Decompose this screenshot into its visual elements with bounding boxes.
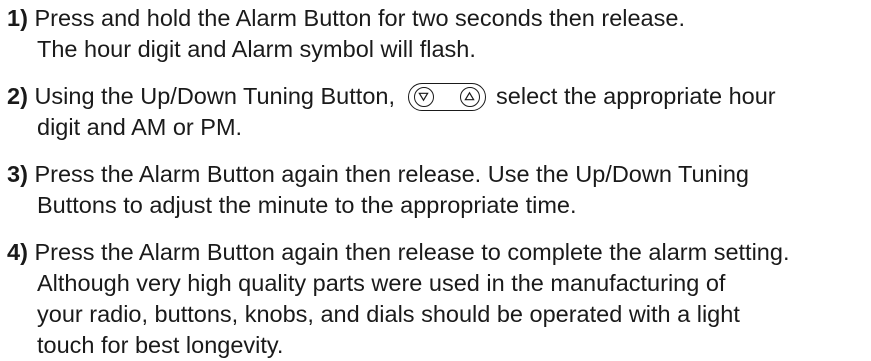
step-4: 4) Press the Alarm Button again then rel… <box>7 237 867 361</box>
step-4-text-4: touch for best longevity. <box>37 332 284 358</box>
step-1-text-2: The hour digit and Alarm symbol will fla… <box>37 36 476 62</box>
step-1-number: 1) <box>7 5 28 31</box>
step-2: 2) Using the Up/Down Tuning Button, sele… <box>7 81 867 143</box>
step-2-line-1: 2) Using the Up/Down Tuning Button, sele… <box>7 81 867 112</box>
instruction-page: 1) Press and hold the Alarm Button for t… <box>0 0 871 358</box>
step-3-text-1: Press the Alarm Button again then releas… <box>34 161 749 187</box>
step-4-line-1: 4) Press the Alarm Button again then rel… <box>7 237 867 268</box>
step-1-line-1: 1) Press and hold the Alarm Button for t… <box>7 3 867 34</box>
step-4-text-2: Although very high quality parts were us… <box>37 270 726 296</box>
step-3-number: 3) <box>7 161 28 187</box>
step-3-line-1: 3) Press the Alarm Button again then rel… <box>7 159 867 190</box>
up-down-tuning-button-icon <box>407 83 486 111</box>
step-4-number: 4) <box>7 239 28 265</box>
step-2-text-2: digit and AM or PM. <box>37 114 243 140</box>
step-1: 1) Press and hold the Alarm Button for t… <box>7 3 867 65</box>
step-2-text-before-icon: Using the Up/Down Tuning Button, <box>34 83 395 109</box>
step-3: 3) Press the Alarm Button again then rel… <box>7 159 867 221</box>
step-2-number: 2) <box>7 83 28 109</box>
step-4-text-3: your radio, buttons, knobs, and dials sh… <box>37 301 740 327</box>
step-1-text-1: Press and hold the Alarm Button for two … <box>34 5 685 31</box>
step-4-text-1: Press the Alarm Button again then releas… <box>34 239 790 265</box>
up-triangle-icon <box>459 87 480 107</box>
down-triangle-icon <box>413 87 434 107</box>
step-3-text-2: Buttons to adjust the minute to the appr… <box>37 192 577 218</box>
step-2-text-after-icon: select the appropriate hour <box>496 83 776 109</box>
